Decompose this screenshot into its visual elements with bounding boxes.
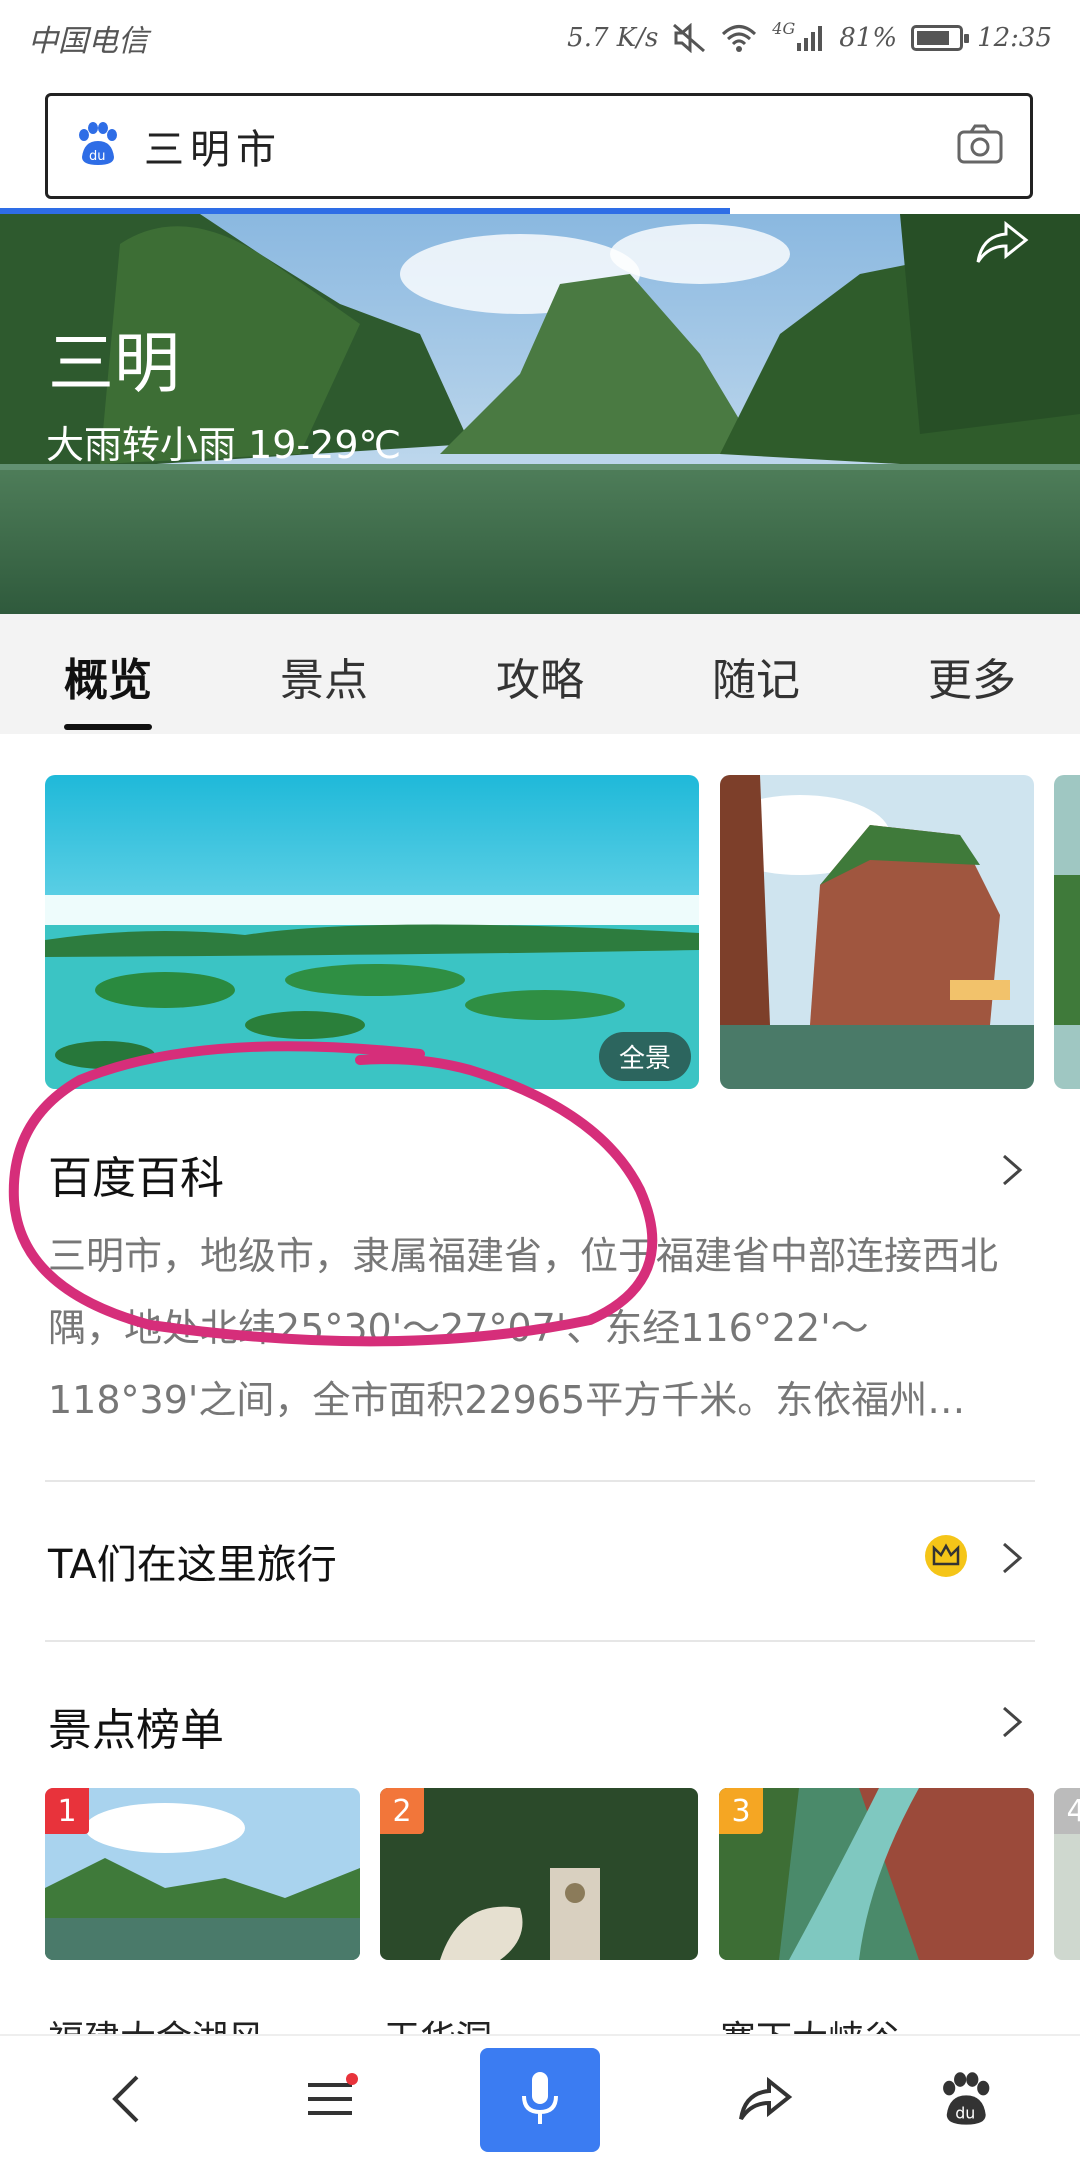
- battery-icon: [911, 25, 970, 51]
- partial-photo[interactable]: [1054, 775, 1080, 1089]
- clock: 12:35: [977, 23, 1052, 53]
- tab-guides[interactable]: 攻略: [496, 644, 584, 708]
- share-icon[interactable]: [720, 2036, 810, 2162]
- battery-percent: 81%: [839, 23, 898, 53]
- camera-icon[interactable]: [956, 123, 1004, 169]
- bottom-nav: du: [0, 2034, 1080, 2162]
- divider: [45, 1480, 1035, 1482]
- search-box[interactable]: du 三明市: [45, 93, 1033, 199]
- svg-text:du: du: [89, 149, 106, 164]
- mute-icon: [672, 23, 706, 53]
- rank-badge: 4: [1054, 1788, 1080, 1834]
- signal-icon: 4G: [772, 19, 825, 53]
- wifi-icon: [720, 23, 758, 53]
- tab-notes[interactable]: 随记: [712, 644, 800, 708]
- share-icon[interactable]: [970, 214, 1030, 274]
- ranking-title[interactable]: 景点榜单: [48, 1694, 224, 1758]
- cliff-photo[interactable]: [720, 775, 1034, 1089]
- rank-badge: 3: [719, 1788, 763, 1834]
- ranking-chevron-icon[interactable]: [1000, 1704, 1024, 1740]
- travel-chevron-icon[interactable]: [1000, 1540, 1024, 1576]
- weather-text: 大雨转小雨 19-29℃: [46, 423, 402, 467]
- ranking-card-1[interactable]: 1: [45, 1788, 360, 1960]
- travel-title[interactable]: TA们在这里旅行: [48, 1532, 337, 1590]
- rank-badge: 2: [380, 1788, 424, 1834]
- status-bar: 中国电信 5.7 K/s 4G 81% 12:35: [0, 0, 1080, 76]
- crown-badge-icon: [924, 1534, 968, 1582]
- mic-icon: [520, 2068, 560, 2132]
- hand-drawn-circle-annotation: [8, 1041, 658, 1347]
- menu-icon[interactable]: [280, 2036, 380, 2162]
- status-icons: 5.7 K/s 4G 81% 12:35: [567, 19, 1052, 53]
- voice-search-button[interactable]: [480, 2048, 600, 2152]
- ranking-card-4[interactable]: 4: [1054, 1788, 1080, 1960]
- network-type: 4G: [772, 18, 796, 38]
- baidu-paw-icon: du: [74, 121, 120, 171]
- tab-more[interactable]: 更多: [928, 644, 1016, 708]
- divider: [45, 1640, 1035, 1642]
- carrier-label: 中国电信: [28, 24, 148, 59]
- svg-text:du: du: [955, 2103, 975, 2122]
- baike-chevron-icon[interactable]: [1000, 1152, 1024, 1188]
- city-title: 三明: [48, 325, 180, 402]
- ranking-card-3[interactable]: 3: [719, 1788, 1034, 1960]
- tab-attractions[interactable]: 景点: [280, 644, 368, 708]
- ranking-card-2[interactable]: 2: [380, 1788, 698, 1960]
- baidu-icon[interactable]: du: [920, 2036, 1010, 2162]
- tab-active-indicator: [64, 724, 152, 730]
- search-input[interactable]: 三明市: [144, 117, 956, 175]
- tab-overview[interactable]: 概览: [64, 644, 152, 708]
- tab-bar: 概览 景点 攻略 随记 更多: [0, 614, 1080, 734]
- back-icon[interactable]: [80, 2036, 170, 2162]
- rank-badge: 1: [45, 1788, 89, 1834]
- network-speed: 5.7 K/s: [567, 23, 659, 53]
- hero-banner: 三明 大雨转小雨 19-29℃: [0, 214, 1080, 614]
